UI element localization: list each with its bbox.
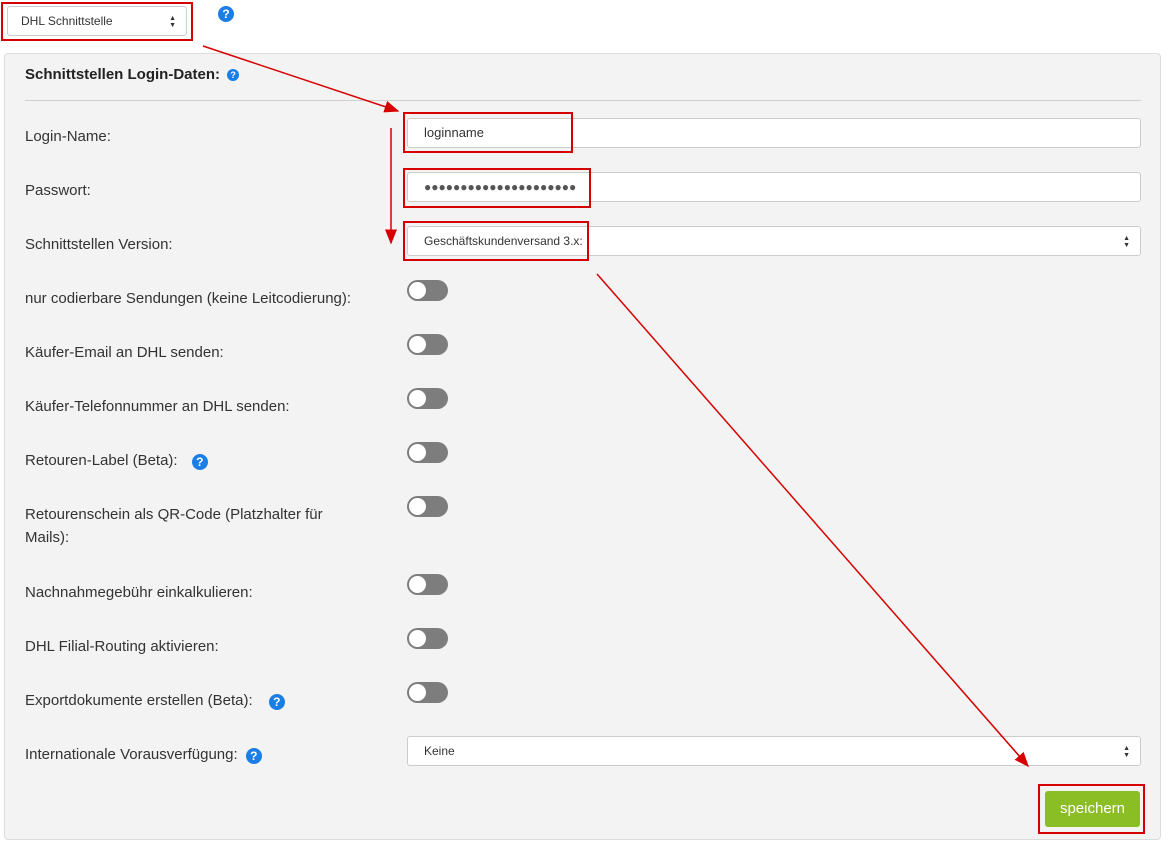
toggle-codierbare[interactable] — [407, 280, 448, 301]
toggle-filial-routing[interactable] — [407, 628, 448, 649]
help-icon[interactable]: ? — [218, 6, 234, 22]
toggle-label-filial-routing: DHL Filial-Routing aktivieren: — [25, 638, 219, 655]
toggle-label-nachnahme: Nachnahmegebühr einkalkulieren: — [25, 584, 253, 601]
select-caret-icon: ▲ ▼ — [1123, 235, 1130, 249]
exportdokumente-text: Exportdokumente erstellen (Beta): — [25, 692, 253, 709]
help-icon[interactable]: ? — [227, 69, 240, 81]
save-button[interactable]: speichern — [1045, 791, 1140, 827]
toggle-exportdokumente[interactable] — [407, 682, 448, 703]
version-select-value: Geschäftskundenversand 3.x: — [424, 234, 583, 248]
login-name-label: Login-Name: — [25, 128, 111, 145]
version-label: Schnittstellen Version: — [25, 236, 173, 253]
password-input[interactable]: ●●●●●●●●●●●●●●●●●●●●● — [407, 172, 1141, 202]
toggle-kaeufer-telefon[interactable] — [407, 388, 448, 409]
retouren-label-text: Retouren-Label (Beta): — [25, 452, 178, 469]
version-select[interactable]: Geschäftskundenversand 3.x: ▲ ▼ — [407, 226, 1141, 256]
select-caret-icon: ▲ ▼ — [1123, 745, 1130, 759]
toggle-nachnahme[interactable] — [407, 574, 448, 595]
toggle-retouren-label[interactable] — [407, 442, 448, 463]
intl-select[interactable]: Keine ▲ ▼ — [407, 736, 1141, 766]
interface-select[interactable]: DHL Schnittstelle ▲ ▼ — [7, 6, 187, 36]
help-icon[interactable]: ? — [268, 694, 285, 710]
panel-title-text: Schnittstellen Login-Daten: — [25, 66, 220, 83]
intl-label: Internationale Vorausverfügung: ? — [25, 743, 425, 766]
select-caret-icon: ▲ ▼ — [169, 15, 176, 29]
help-icon[interactable]: ? — [191, 454, 208, 470]
password-label: Passwort: — [25, 182, 91, 199]
interface-select-value: DHL Schnittstelle — [21, 14, 113, 28]
toggle-label-retouren-label: Retouren-Label (Beta): ? — [25, 449, 370, 472]
intl-select-value: Keine — [424, 744, 455, 758]
toggle-label-kaeufer-telefon: Käufer-Telefonnummer an DHL senden: — [25, 398, 290, 415]
toggle-label-kaeufer-email: Käufer-Email an DHL senden: — [25, 344, 224, 361]
login-name-input[interactable]: loginname — [407, 118, 1141, 148]
toggle-label-exportdokumente: Exportdokumente erstellen (Beta): ? — [25, 689, 370, 712]
divider — [25, 100, 1141, 101]
help-icon[interactable]: ? — [245, 748, 262, 764]
toggle-label-codierbare: nur codierbare Sendungen (keine Leitcodi… — [25, 290, 352, 307]
intl-label-text: Internationale Vorausverfügung: — [25, 746, 238, 763]
toggle-kaeufer-email[interactable] — [407, 334, 448, 355]
toggle-qr-code[interactable] — [407, 496, 448, 517]
toggle-label-qr-code: Retourenschein als QR-Code (Platzhalter … — [25, 506, 323, 546]
panel-title: Schnittstellen Login-Daten: ? — [25, 66, 240, 83]
